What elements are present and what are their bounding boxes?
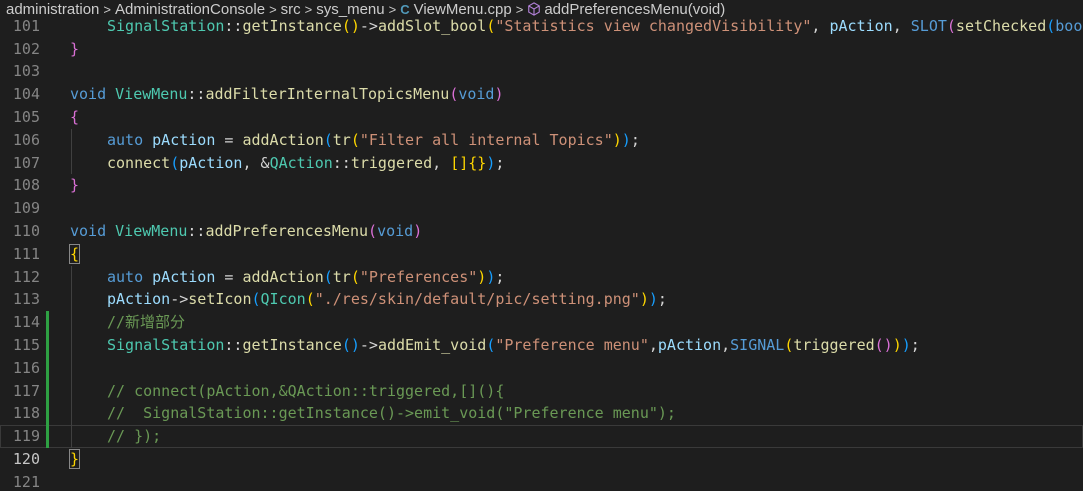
code-line-104[interactable]: 104 xyxy=(0,60,1083,103)
code-text[interactable]: auto pAction = addAction(tr("Preferences… xyxy=(70,266,504,289)
matched-bracket: { xyxy=(68,243,81,264)
code-text[interactable]: connect(pAction, &QAction::triggered, []… xyxy=(70,152,504,175)
breadcrumb: administration > AdministrationConsole > src… xyxy=(0,0,1083,19)
code-line-119[interactable]: 119 // SignalStation::getInstance()->emi… xyxy=(0,402,1083,445)
modified-line-marker[interactable] xyxy=(46,402,49,426)
breadcrumb-item-folder[interactable]: sys_menu xyxy=(316,1,384,18)
breadcrumb-item-folder[interactable]: administration xyxy=(6,1,99,18)
code-line-121[interactable]: 121 } xyxy=(0,448,1083,491)
code-text[interactable]: } xyxy=(68,448,81,471)
code-text[interactable]: } xyxy=(70,174,79,197)
code-line-106[interactable]: 106 { xyxy=(0,106,1083,149)
code-text[interactable]: // SignalStation::getInstance()->emit_vo… xyxy=(70,402,676,425)
code-text[interactable]: { xyxy=(70,106,79,129)
breadcrumb-item-symbol[interactable]: addPreferencesMenu(void) xyxy=(544,1,725,18)
chevron-right-icon: > xyxy=(103,2,111,17)
code-line-111[interactable]: 111 void ViewMenu::addPreferencesMenu(vo… xyxy=(0,220,1083,263)
code-text[interactable]: { xyxy=(68,243,81,266)
code-text[interactable]: SignalStation::getInstance()->addEmit_vo… xyxy=(70,334,920,357)
chevron-right-icon: > xyxy=(304,2,313,17)
code-line-107[interactable]: 107 auto pAction = addAction(tr("Filter … xyxy=(0,128,1083,172)
chevron-right-icon: > xyxy=(388,2,397,17)
cube-icon xyxy=(527,1,544,17)
code-editor[interactable]: 101 SignalStation::getInstance()->addEmi… xyxy=(0,0,1083,491)
code-line-113[interactable]: 113 auto pAction = addAction(tr("Prefere… xyxy=(0,265,1083,308)
modified-line-marker[interactable] xyxy=(46,356,49,380)
code-line-117[interactable]: 117 xyxy=(0,356,1083,400)
code-text[interactable]: } xyxy=(70,38,79,61)
code-text[interactable]: void ViewMenu::addPreferencesMenu(void) xyxy=(70,220,422,243)
code-text[interactable]: // connect(pAction,&QAction::triggered,[… xyxy=(70,380,504,403)
code-lines: 101 SignalStation::getInstance()->addEmi… xyxy=(0,0,1083,491)
code-line-103[interactable]: 103 } xyxy=(0,38,1083,81)
modified-line-marker[interactable] xyxy=(46,425,49,448)
matched-bracket: } xyxy=(68,448,81,469)
code-line-114[interactable]: 114 pAction->setIcon(QIcon("./res/skin/d… xyxy=(0,288,1083,331)
code-line-109[interactable]: 109 } xyxy=(0,174,1083,217)
code-text[interactable]: // }); xyxy=(70,425,161,448)
modified-line-marker[interactable] xyxy=(46,333,49,357)
modified-line-marker[interactable] xyxy=(46,311,49,334)
indent-guide xyxy=(71,356,72,380)
code-line-118[interactable]: 118 // connect(pAction,&QAction::trigger… xyxy=(0,379,1083,422)
code-line-112[interactable]: 112 { xyxy=(0,243,1083,286)
chevron-right-icon: > xyxy=(515,2,524,17)
breadcrumb-item-folder[interactable]: src xyxy=(281,1,301,18)
code-text[interactable]: //新增部分 xyxy=(70,311,185,334)
code-line-105[interactable]: 105 void ViewMenu::addFilterInternalTopi… xyxy=(0,83,1083,126)
code-text[interactable]: void ViewMenu::addFilterInternalTopicsMe… xyxy=(70,83,504,106)
modified-line-marker[interactable] xyxy=(46,379,49,403)
code-line-115[interactable]: 115 //新增部分 xyxy=(0,311,1083,354)
code-text[interactable]: pAction->setIcon(QIcon("./res/skin/defau… xyxy=(70,288,667,311)
cpp-file-icon: C xyxy=(400,2,410,17)
code-text[interactable]: auto pAction = addAction(tr("Filter all … xyxy=(70,129,640,152)
code-line-110[interactable]: 110 xyxy=(0,197,1083,240)
breadcrumb-item-file[interactable]: ViewMenu.cpp xyxy=(414,1,512,18)
line-number: 121 xyxy=(12,472,40,491)
code-line-120-current[interactable]: 120 // }); xyxy=(0,425,1083,468)
code-line-108[interactable]: 108 connect(pAction, &QAction::triggered… xyxy=(0,151,1083,194)
breadcrumb-item-folder[interactable]: AdministrationConsole xyxy=(115,1,265,18)
code-line-116[interactable]: 116 SignalStation::getInstance()->addEmi… xyxy=(0,333,1083,377)
chevron-right-icon: > xyxy=(269,2,277,17)
